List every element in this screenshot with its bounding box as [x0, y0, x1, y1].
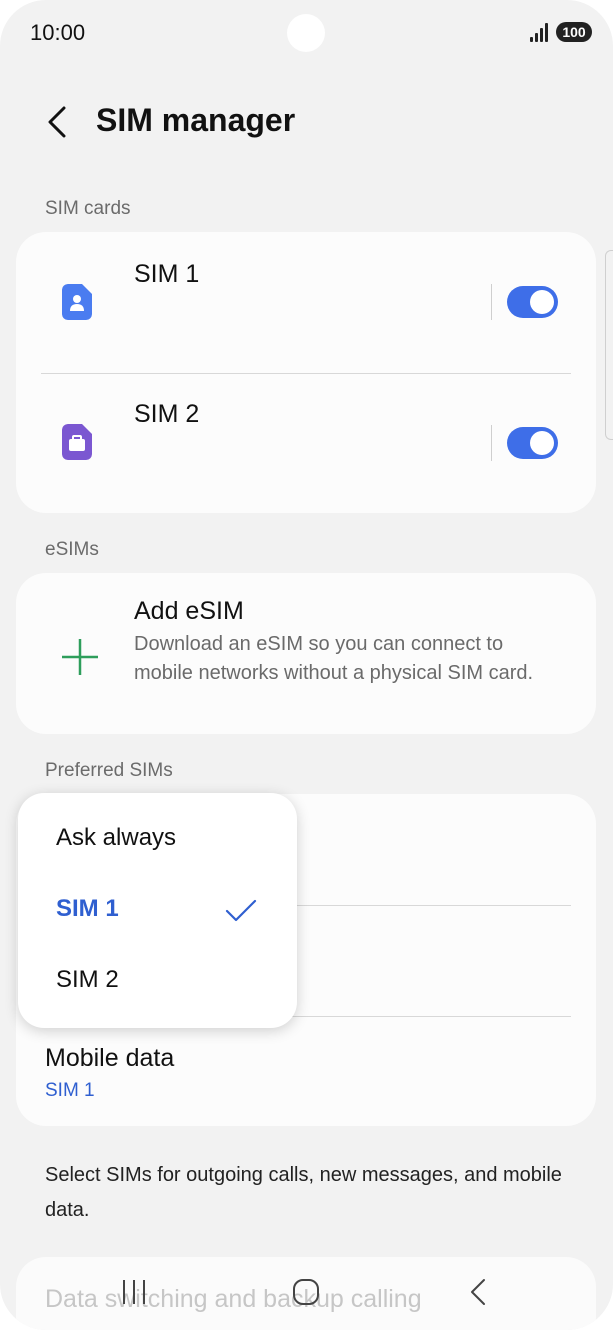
divider — [491, 425, 492, 461]
preferred-sims-footnote: Select SIMs for outgoing calls, new mess… — [45, 1164, 562, 1221]
page-header: SIM manager — [0, 90, 613, 160]
sim-cards-card: SIM 1 SIM 2 — [16, 232, 596, 513]
check-icon — [225, 899, 257, 922]
divider — [491, 284, 492, 320]
sim-1-toggle[interactable] — [507, 286, 558, 318]
option-label: SIM 1 — [56, 895, 119, 922]
sim-1-row[interactable]: SIM 1 — [16, 232, 596, 372]
option-label: SIM 2 — [56, 966, 119, 993]
add-esim-card[interactable]: Add eSIM Download an eSIM so you can con… — [16, 573, 596, 734]
plus-icon — [62, 639, 98, 675]
section-title-sim-cards: SIM cards — [45, 198, 131, 219]
status-bar: 10:00 100 — [0, 0, 613, 64]
option-ask-always[interactable]: Ask always — [18, 804, 297, 876]
sim-2-row[interactable]: SIM 2 — [16, 373, 596, 513]
status-time: 10:00 — [30, 20, 86, 45]
home-icon[interactable] — [284, 1270, 328, 1314]
add-esim-description: Download an eSIM so you can connect to m… — [134, 633, 534, 684]
navigation-bar — [0, 1262, 613, 1322]
sim-2-label: SIM 2 — [134, 400, 200, 428]
battery-icon: 100 — [556, 22, 592, 42]
phone-screen: 10:00 100 SIM manager SIM cards SIM 1 SI… — [0, 0, 613, 1330]
mobile-data-value: SIM 1 — [45, 1080, 95, 1101]
front-camera — [287, 14, 325, 52]
page-title: SIM manager — [96, 102, 296, 138]
signal-icon — [530, 22, 552, 42]
option-sim-2[interactable]: SIM 2 — [18, 946, 297, 1018]
option-label: Ask always — [56, 824, 177, 851]
option-sim-1[interactable]: SIM 1 — [18, 875, 297, 947]
briefcase-icon — [62, 424, 92, 460]
add-esim-title: Add eSIM — [134, 597, 244, 625]
back-icon[interactable] — [40, 102, 76, 142]
section-title-preferred-sims: Preferred SIMs — [45, 760, 173, 781]
section-title-esims: eSIMs — [45, 539, 99, 560]
mobile-data-title[interactable]: Mobile data — [45, 1044, 174, 1073]
sim-2-toggle[interactable] — [507, 427, 558, 459]
sim-1-label: SIM 1 — [134, 260, 200, 288]
scrollbar[interactable] — [605, 250, 613, 440]
person-icon — [62, 284, 92, 320]
sim-dropdown-menu: Ask always SIM 1 SIM 2 — [18, 793, 297, 1028]
recent-apps-icon[interactable] — [112, 1270, 156, 1314]
nav-back-icon[interactable] — [456, 1270, 500, 1314]
